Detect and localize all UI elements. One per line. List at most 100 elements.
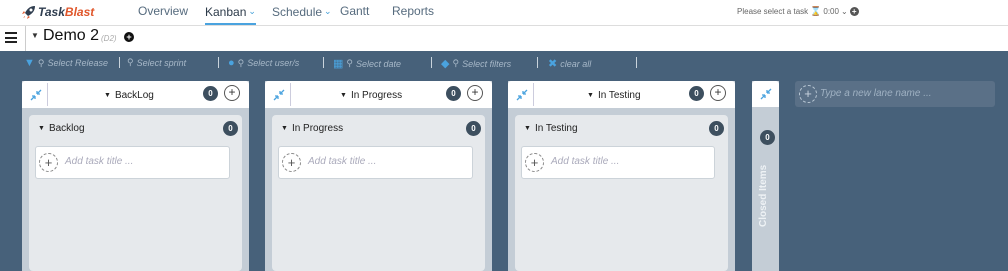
sublane-count-badge: 0: [466, 121, 481, 136]
project-id: (D2): [101, 34, 117, 43]
divider: [636, 57, 637, 68]
collapse-icon: [516, 89, 527, 100]
sublane-title-label: Backlog: [48, 123, 85, 134]
closed-items-label: Closed Items: [758, 164, 769, 227]
clear-all-label: clear all: [560, 58, 592, 69]
add-sublane-button[interactable]: +: [710, 85, 726, 101]
tab-overview-label: Overview: [138, 4, 189, 18]
add-lane-icon[interactable]: +: [799, 85, 817, 103]
funnel-icon: ▼: [24, 57, 35, 69]
date-filter-label: Select date: [356, 58, 402, 69]
add-task-input[interactable]: + Add task title ...: [278, 146, 473, 179]
tab-schedule-label: Schedule: [272, 5, 323, 19]
chevron-down-icon: ⌄: [324, 6, 332, 16]
lane-count-badge: 0: [446, 86, 461, 101]
expand-closed-button[interactable]: [752, 81, 779, 107]
user-filter-label: Select user/s: [247, 58, 300, 68]
sublane-title[interactable]: ▼ Backlog: [38, 123, 85, 134]
add-task-icon[interactable]: +: [282, 153, 301, 172]
tab-kanban[interactable]: Kanban ⌄: [205, 0, 256, 25]
lane-title[interactable]: ▼ In Testing: [587, 90, 641, 101]
tag-icon: ◆: [441, 58, 450, 70]
release-filter-label: Select Release: [47, 58, 109, 68]
lane-title[interactable]: ▼ BackLog: [104, 90, 154, 101]
clear-all-filters[interactable]: ✖ clear all: [548, 57, 591, 70]
project-bar: [0, 25, 1008, 51]
new-lane-placeholder: Type a new lane name ...: [820, 88, 932, 99]
caret-down-icon: ▼: [281, 125, 288, 132]
tab-gantt-label: Gantt: [340, 4, 370, 18]
tag-filter[interactable]: ◆ ⚲ Select filters: [441, 57, 511, 70]
add-task-placeholder: Add task title ...: [65, 156, 134, 167]
lane-title-label: In Testing: [597, 90, 641, 101]
caret-down-icon: ▼: [38, 125, 45, 132]
tag-filter-label: Select filters: [462, 58, 512, 69]
chevron-down-icon: ⌄: [840, 7, 848, 16]
add-task-input[interactable]: + Add task title ...: [35, 146, 230, 179]
caret-down-icon[interactable]: ▼: [31, 31, 39, 40]
divider: [323, 57, 324, 68]
sublane-in-testing: ▼ In Testing 0 + Add task title ...: [515, 115, 728, 271]
sublane-in-progress: ▼ In Progress 0 + Add task title ...: [272, 115, 485, 271]
divider: [431, 57, 432, 68]
timer-value: 0:00: [823, 7, 839, 16]
caret-down-icon: ▼: [524, 125, 531, 132]
search-icon: ⚲: [37, 57, 45, 68]
collapse-icon: [30, 89, 41, 100]
sprint-filter[interactable]: ⚲ Select sprint: [127, 57, 186, 68]
calendar-icon: ▦: [333, 58, 344, 70]
sublane-backlog: ▼ Backlog 0 + Add task title ...: [29, 115, 242, 271]
lane-header: ▼ In Progress 0 +: [265, 81, 492, 108]
add-project-button[interactable]: +: [124, 32, 134, 42]
tab-reports[interactable]: Reports: [392, 0, 434, 25]
lane-count-badge: 0: [689, 86, 704, 101]
sublane-count-badge: 0: [709, 121, 724, 136]
task-timer-select[interactable]: Please select a task ⌛ 0:00 ⌄ +: [737, 6, 859, 17]
add-sublane-button[interactable]: +: [467, 85, 483, 101]
menu-icon[interactable]: [5, 32, 17, 43]
divider: [25, 26, 26, 51]
add-task-input[interactable]: + Add task title ...: [521, 146, 715, 179]
tab-gantt[interactable]: Gantt: [340, 0, 369, 25]
tab-reports-label: Reports: [392, 4, 435, 18]
sprint-filter-label: Select sprint: [136, 57, 187, 68]
sublane-count-badge: 0: [223, 121, 238, 136]
sublane-title-label: In Progress: [291, 123, 344, 134]
collapse-lane-button[interactable]: [24, 83, 48, 106]
app-logo[interactable]: Task Blast: [21, 3, 94, 21]
add-task-icon[interactable]: +: [525, 153, 544, 172]
user-filter[interactable]: ● ⚲ Select user/s: [228, 57, 299, 69]
lane-count-badge: 0: [203, 86, 218, 101]
new-lane-input[interactable]: + Type a new lane name ...: [795, 81, 995, 107]
lane-header: ▼ BackLog 0 +: [22, 81, 249, 108]
sublane-title[interactable]: ▼ In Progress: [281, 123, 343, 134]
add-task-icon[interactable]: +: [39, 153, 58, 172]
logo-text-task: Task: [38, 5, 65, 19]
collapse-icon: [273, 89, 284, 100]
collapse-lane-button[interactable]: [267, 83, 291, 106]
user-icon: ●: [228, 57, 235, 69]
collapse-lane-button[interactable]: [510, 83, 534, 106]
lane-header: ▼ In Testing 0 +: [508, 81, 735, 108]
expand-icon: [760, 88, 771, 100]
search-icon: ⚲: [346, 58, 353, 68]
search-icon: ⚲: [127, 57, 134, 67]
add-timer-icon[interactable]: +: [849, 7, 859, 16]
logo-text-blast: Blast: [64, 5, 95, 19]
task-select-label: Please select a task: [737, 7, 809, 16]
date-filter[interactable]: ▦ ⚲ Select date: [333, 57, 401, 70]
close-icon: ✖: [548, 58, 558, 70]
release-filter[interactable]: ▼ ⚲ Select Release: [24, 57, 108, 69]
lane-title-label: BackLog: [114, 90, 154, 101]
lane-title[interactable]: ▼ In Progress: [340, 90, 402, 101]
search-icon: ⚲: [237, 57, 245, 68]
sublane-title[interactable]: ▼ In Testing: [524, 123, 578, 134]
divider: [537, 57, 538, 68]
project-name[interactable]: Demo 2: [43, 27, 99, 45]
tab-overview[interactable]: Overview: [138, 0, 188, 25]
add-sublane-button[interactable]: +: [224, 85, 240, 101]
divider: [119, 57, 120, 68]
tab-schedule[interactable]: Schedule ⌄: [272, 0, 332, 25]
caret-down-icon: ▼: [340, 92, 347, 99]
add-task-placeholder: Add task title ...: [551, 156, 620, 167]
